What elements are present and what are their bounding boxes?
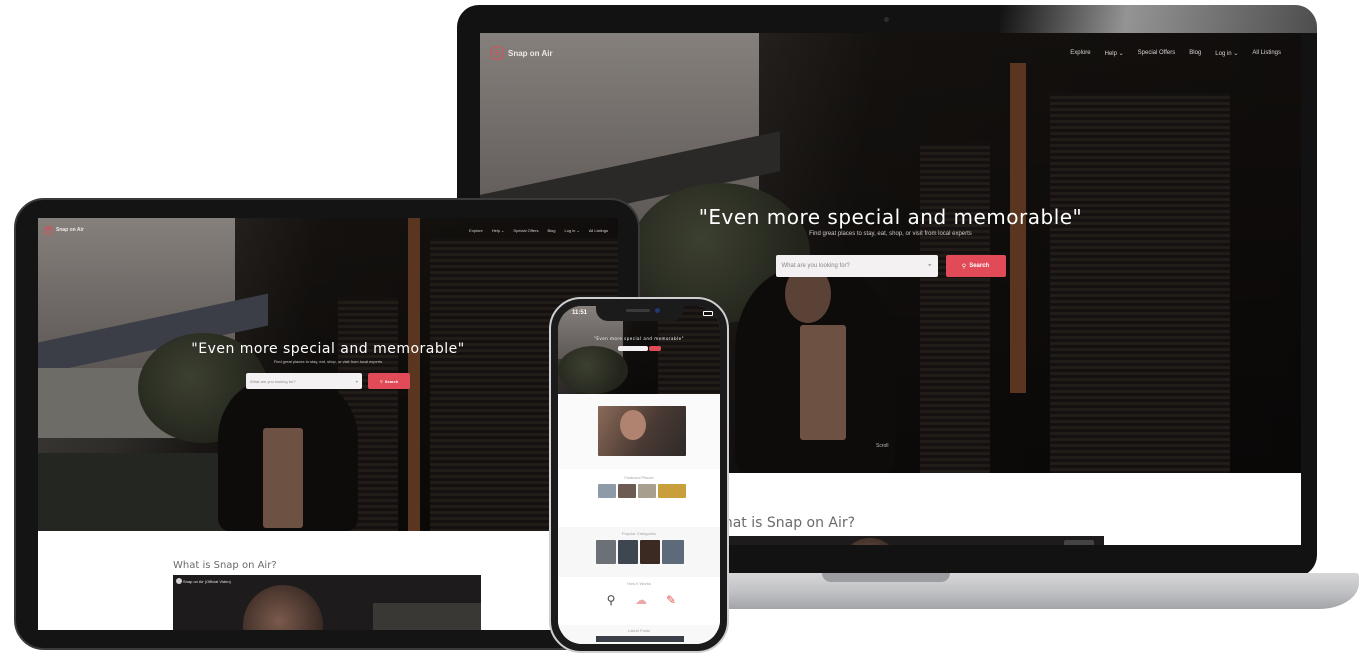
search-placeholder: What are you looking for?: [250, 378, 296, 384]
phone-section-label: Featured Places: [624, 475, 654, 480]
search-button[interactable]: ⚲ Search: [368, 373, 410, 389]
logo-mark-icon: S: [490, 46, 504, 60]
search-input[interactable]: What are you looking for? ⌖: [775, 255, 938, 277]
video-player[interactable]: [710, 536, 1104, 545]
nav-item-all-listings[interactable]: All Listings: [1252, 50, 1281, 56]
nav-item-login[interactable]: Log in ⌄: [1215, 50, 1238, 57]
nav-item-blog[interactable]: Blog: [547, 228, 555, 233]
site-logo-text: Snap on Air: [56, 227, 84, 233]
place-thumb[interactable]: [618, 540, 638, 564]
phone-places-section: Popular Categories: [558, 527, 720, 577]
nav-item-explore[interactable]: Explore: [469, 228, 483, 233]
video-thumbnail: [840, 538, 900, 545]
section-heading: What is Snap on Air?: [710, 515, 856, 531]
scroll-hint[interactable]: Scroll: [876, 443, 889, 449]
search-icon: ⚲: [606, 593, 616, 607]
logo-mark-icon: S: [44, 225, 53, 235]
hero-shutters-left: [920, 143, 990, 473]
place-thumb[interactable]: [662, 540, 684, 564]
search-button-label: Search: [969, 263, 990, 269]
phone-screen: "Even more special and memorable" Featur…: [558, 306, 720, 644]
top-nav: S Snap on Air Explore Help ⌄ Special Off…: [480, 33, 1301, 73]
nav-item-all-listings[interactable]: All Listings: [589, 228, 608, 233]
search-icon: ⚲: [961, 263, 967, 270]
nav-item-special-offers[interactable]: Special Offers: [1138, 50, 1176, 56]
laptop-camera: [884, 17, 889, 22]
video-title: Snap on Air (Official Video): [183, 579, 231, 584]
tablet-screen: S Snap on Air Explore Help ⌄ Special Off…: [38, 218, 618, 630]
phone-status-time: 11:51: [572, 310, 588, 316]
hero-person-shirt: [800, 325, 846, 440]
video-player[interactable]: Snap on Air (Official Video): [173, 575, 481, 630]
laptop-trackpad-notch: [822, 573, 950, 582]
device-mockup-stage: S Snap on Air Explore Help ⌄ Special Off…: [0, 0, 1368, 654]
video-controls[interactable]: [1064, 540, 1094, 545]
search-button-label: Search: [384, 378, 399, 384]
search-placeholder: What are you looking for?: [781, 263, 850, 269]
nav-menu: Explore Help ⌄ Special Offers Blog Log i…: [1070, 50, 1281, 57]
hero-shutters: [1050, 93, 1230, 473]
phone-featured-section: [558, 394, 720, 469]
pin-icon: ✎: [665, 593, 677, 607]
phone-section-label: Latest Posts: [627, 628, 650, 633]
phone-how-it-works-section: How It Works ⚲ ☁ ✎: [558, 577, 720, 625]
category-thumb[interactable]: [638, 484, 656, 498]
hero-tagline: "Even more special and memorable": [191, 341, 465, 357]
search-button[interactable]: [648, 346, 661, 351]
video-bg-building: [373, 603, 481, 630]
search-input[interactable]: [617, 346, 648, 351]
cloud-icon: ☁: [635, 593, 647, 607]
channel-avatar: [176, 578, 182, 584]
search-icon: ⚲: [379, 378, 383, 384]
site-logo[interactable]: S Snap on Air: [44, 225, 84, 235]
battery-icon: [703, 311, 713, 316]
hero-search-row: What are you looking for? ⌖ ⚲ Search: [38, 373, 618, 389]
post-strip[interactable]: [596, 636, 684, 642]
nav-item-blog[interactable]: Blog: [1189, 50, 1201, 56]
nav-item-help[interactable]: Help ⌄: [492, 228, 505, 233]
nav-item-explore[interactable]: Explore: [1070, 50, 1090, 56]
category-thumb[interactable]: [618, 484, 636, 498]
search-input[interactable]: What are you looking for? ⌖: [246, 373, 362, 389]
hero-subtagline: Find great places to stay, eat, shop, or…: [273, 359, 383, 364]
site-logo[interactable]: S Snap on Air: [490, 46, 553, 60]
top-nav: S Snap on Air Explore Help ⌄ Special Off…: [38, 218, 618, 242]
place-thumb[interactable]: [596, 540, 616, 564]
hero-search-row: [558, 346, 720, 351]
nav-item-help[interactable]: Help ⌄: [1105, 50, 1124, 57]
laptop-glare: [1000, 5, 1317, 33]
section-heading: What is Snap on Air?: [173, 560, 277, 571]
location-pin-icon: ⌖: [355, 378, 358, 384]
place-thumb[interactable]: [640, 540, 660, 564]
nav-item-special-offers[interactable]: Special Offers: [513, 228, 538, 233]
about-section: What is Snap on Air? Snap on Air (Offici…: [38, 531, 618, 630]
phone-camera: [655, 308, 660, 313]
search-button[interactable]: ⚲ Search: [945, 255, 1006, 277]
video-thumbnail: [243, 585, 323, 630]
location-pin-icon: ⌖: [928, 262, 932, 269]
hero-section: S Snap on Air Explore Help ⌄ Special Off…: [38, 218, 618, 531]
phone-speaker: [626, 309, 650, 312]
nav-menu: Explore Help ⌄ Special Offers Blog Log i…: [469, 228, 608, 233]
phone-notch: [596, 305, 684, 321]
phone-section-label: How It Works: [627, 581, 651, 586]
nav-item-login[interactable]: Log in ⌄: [565, 228, 580, 233]
category-thumb[interactable]: [658, 484, 686, 498]
hero-person-shirt: [263, 428, 303, 528]
phone-categories-section: Featured Places: [558, 469, 720, 527]
phone-section-label: Popular Categories: [621, 531, 657, 536]
phone-posts-section: Latest Posts: [558, 625, 720, 644]
category-thumb[interactable]: [598, 484, 616, 498]
site-logo-text: Snap on Air: [508, 48, 553, 58]
hero-tagline: "Even more special and memorable": [594, 336, 684, 341]
featured-face: [620, 410, 646, 440]
hero-tree: [558, 346, 628, 394]
